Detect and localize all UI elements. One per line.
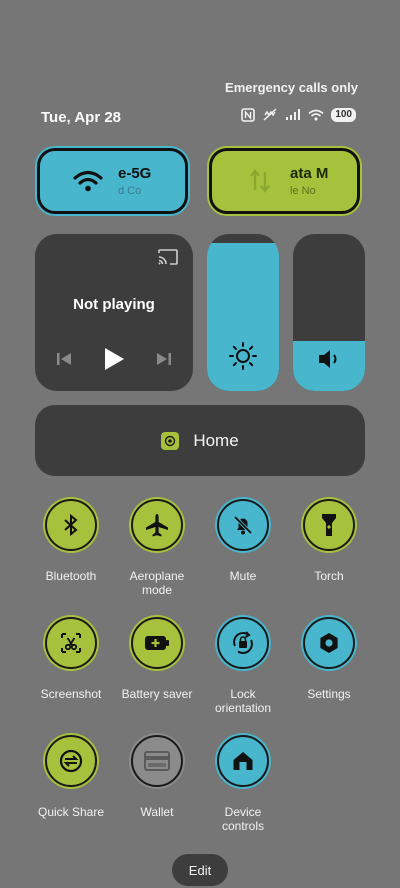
wifi-tile[interactable]: e-5G d Co [37, 148, 188, 214]
media-status: Not playing [73, 296, 155, 313]
quick-setting-screenshot[interactable]: Screenshot [28, 617, 114, 701]
vibrate-icon [263, 108, 277, 121]
status-icons: 100 [241, 108, 356, 122]
home-app-icon [161, 431, 180, 450]
battery-indicator: 100 [331, 108, 356, 122]
quick-setting-label: Quick Share [37, 805, 105, 819]
quick-setting-battery-saver[interactable]: Battery saver [114, 617, 200, 701]
quick-setting-label: Mute [229, 569, 257, 583]
date-label: Tue, Apr 28 [41, 109, 122, 126]
bluetooth-icon[interactable] [45, 499, 97, 551]
quick-setting-device-controls[interactable]: Device controls [200, 735, 286, 833]
mobile-data-tile[interactable]: ata M le No [209, 148, 360, 214]
quick-setting-label: Aeroplane mode [129, 569, 185, 597]
wifi-icon [70, 170, 106, 192]
quick-share-icon[interactable] [45, 735, 97, 787]
quick-setting-wallet[interactable]: Wallet [114, 735, 200, 819]
quick-setting-quick-share[interactable]: Quick Share [28, 735, 114, 819]
bell-off-icon[interactable] [217, 499, 269, 551]
quick-setting-bluetooth[interactable]: Bluetooth [28, 499, 114, 583]
lock-rotation-icon[interactable] [217, 617, 269, 669]
carrier-status: Emergency calls only [225, 80, 358, 95]
volume-icon [293, 347, 365, 371]
screenshot-icon[interactable] [45, 617, 97, 669]
media-player: Not playing [35, 234, 193, 391]
play-icon[interactable] [102, 346, 126, 377]
quick-setting-torch[interactable]: Torch [286, 499, 372, 583]
quick-setting-lock-orientation[interactable]: Lock orientation [200, 617, 286, 715]
home-label: Home [193, 430, 239, 450]
brightness-icon [207, 341, 279, 371]
volume-slider[interactable] [293, 234, 365, 391]
quick-setting-label: Wallet [140, 805, 174, 819]
wifi-tile-subtitle: d Co [118, 185, 142, 197]
torch-icon[interactable] [303, 499, 355, 551]
quick-setting-mute[interactable]: Mute [200, 499, 286, 583]
quick-setting-label: Screenshot [40, 687, 102, 701]
quick-setting-aeroplane-mode[interactable]: Aeroplane mode [114, 499, 200, 597]
quick-setting-label: Lock orientation [214, 687, 272, 715]
next-track-icon[interactable] [155, 350, 173, 373]
wifi-tile-title: e-5G [118, 165, 152, 182]
home-controls-icon[interactable] [217, 735, 269, 787]
quick-setting-label: Torch [314, 569, 344, 583]
mobile-data-icon [242, 168, 278, 194]
quick-setting-label: Device controls [221, 805, 265, 833]
quick-setting-label: Battery saver [121, 687, 193, 701]
nfc-icon [241, 108, 256, 122]
aeroplane-icon[interactable] [131, 499, 183, 551]
battery-saver-icon[interactable] [131, 617, 183, 669]
signal-icon [286, 109, 301, 120]
cast-icon[interactable] [157, 248, 179, 271]
wallet-icon[interactable] [131, 735, 183, 787]
settings-icon[interactable] [303, 617, 355, 669]
mobile-data-tile-title: ata M [290, 165, 329, 182]
brightness-slider[interactable] [207, 234, 279, 391]
home-controls-button[interactable]: Home [35, 405, 365, 476]
quick-setting-settings[interactable]: Settings [286, 617, 372, 701]
quick-setting-label: Bluetooth [45, 569, 97, 583]
quick-setting-label: Settings [307, 687, 351, 701]
wifi-status-icon [308, 109, 324, 121]
previous-track-icon[interactable] [55, 350, 73, 373]
mobile-data-tile-subtitle: le No [290, 185, 316, 197]
edit-button[interactable]: Edit [172, 854, 228, 886]
